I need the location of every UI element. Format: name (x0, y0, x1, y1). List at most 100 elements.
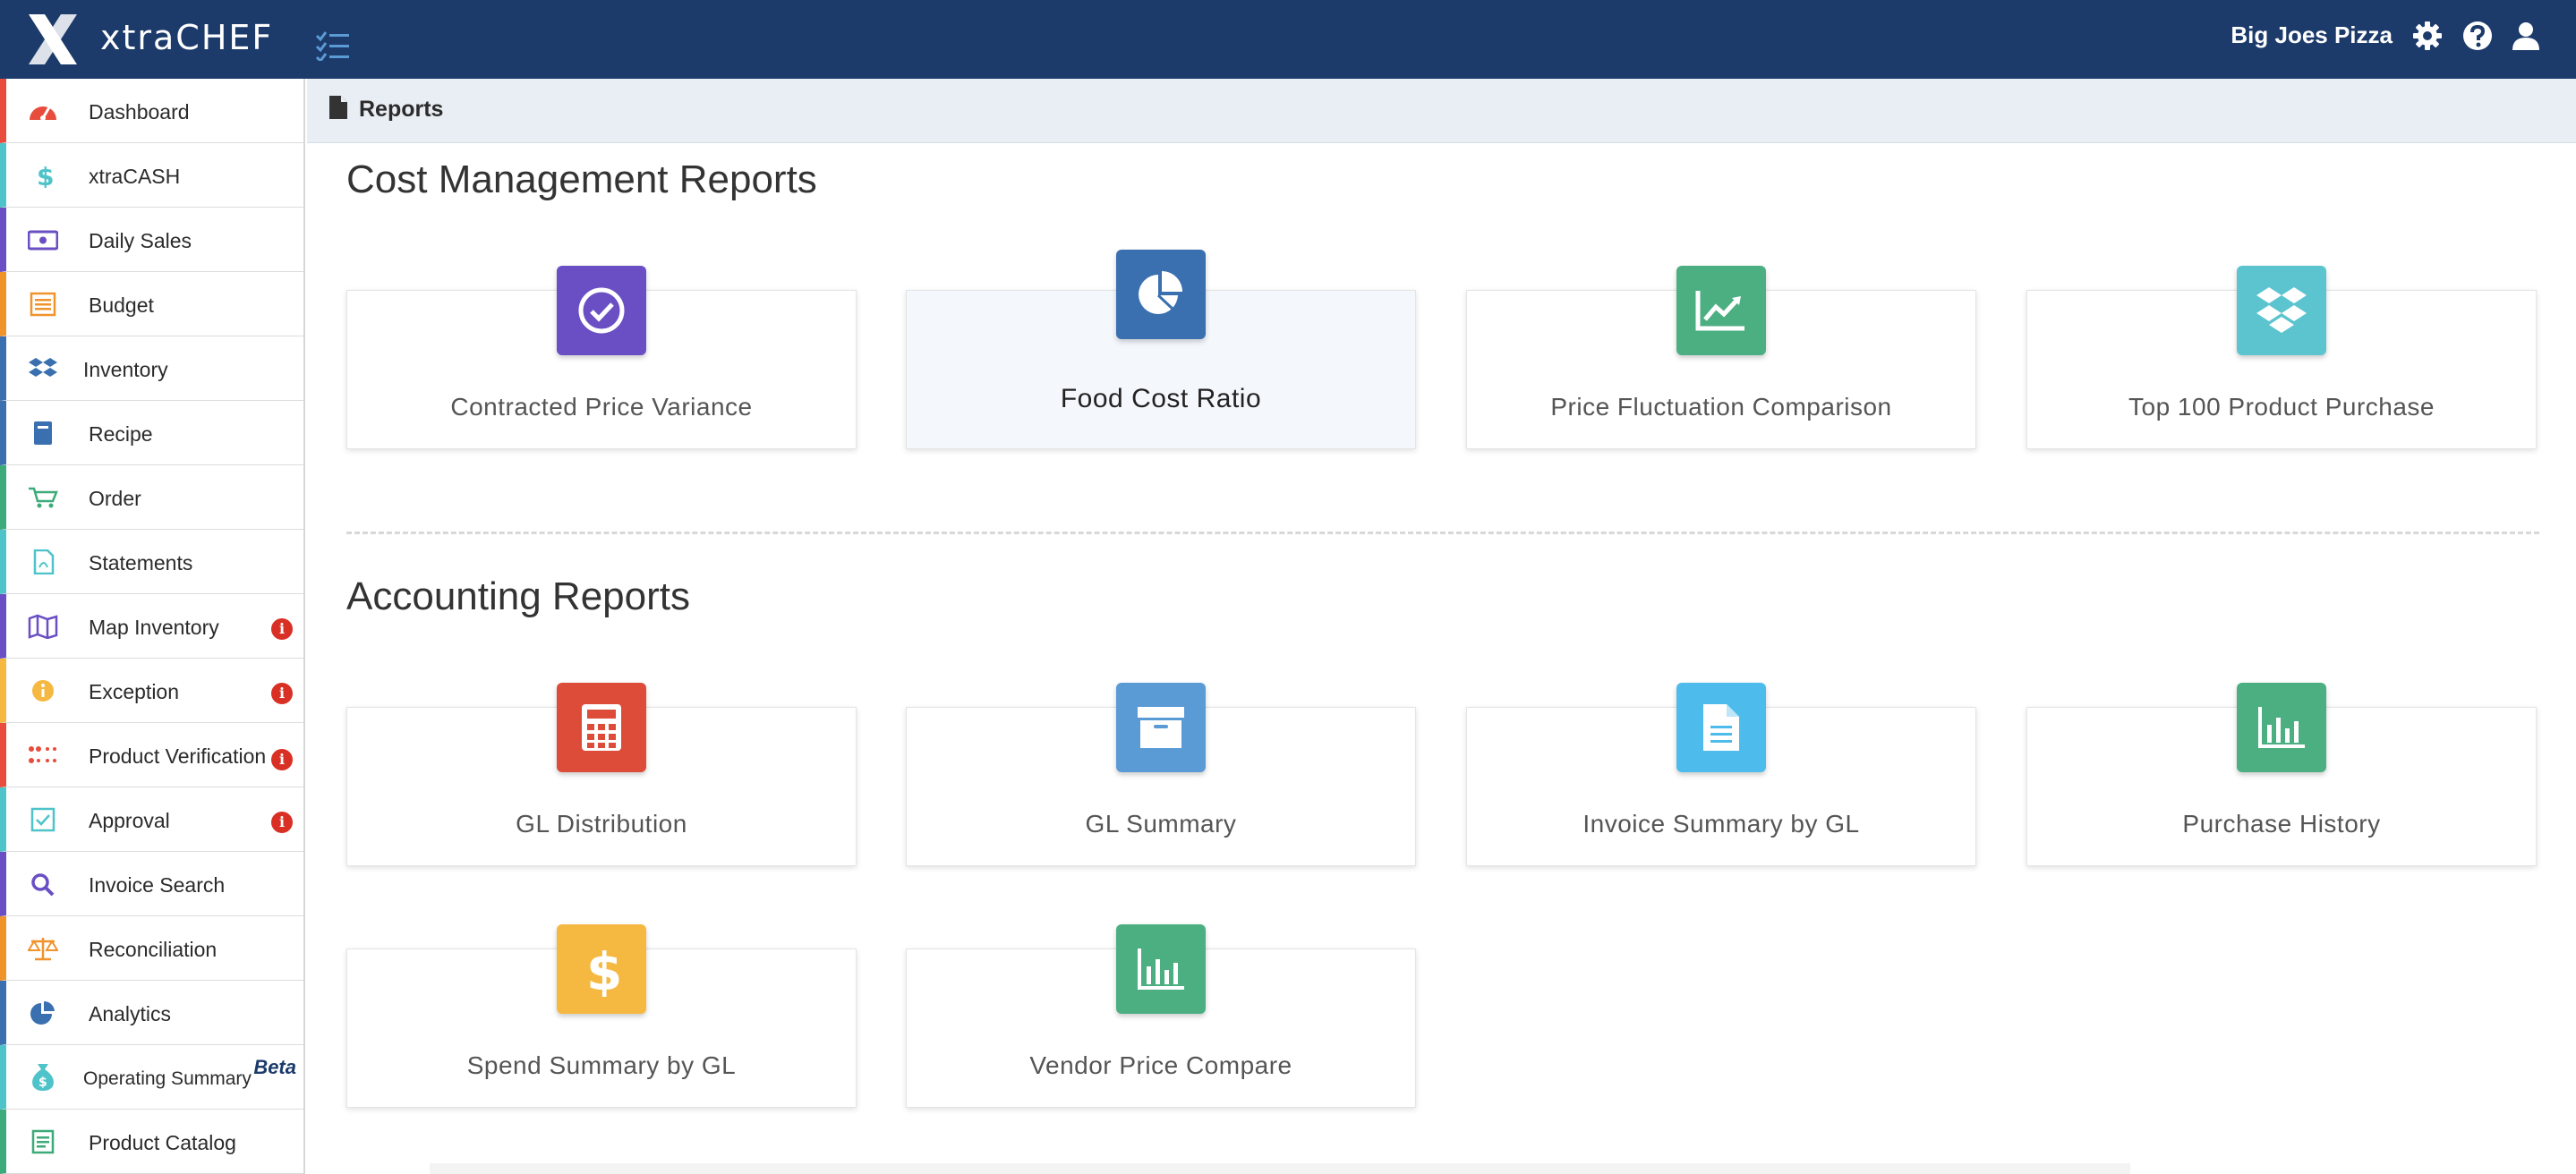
money-icon (28, 230, 58, 251)
report-card-label: GL Distribution (516, 810, 687, 838)
bar-chart-icon (1116, 924, 1206, 1014)
sidebar-item-map-inventory[interactable]: Map Inventory i (0, 594, 303, 659)
sidebar-item-label: Product Verification (89, 744, 267, 768)
report-card-label: Invoice Summary by GL (1582, 810, 1860, 838)
sidebar-item-label: Dashboard (89, 100, 190, 123)
sidebar-item-recipe[interactable]: Recipe (0, 401, 303, 465)
report-card-label: Price Fluctuation Comparison (1550, 393, 1892, 421)
sidebar-item-approval[interactable]: Approval i (0, 787, 303, 852)
sidebar-item-statements[interactable]: Statements (0, 530, 303, 594)
report-card-label: Food Cost Ratio (1060, 384, 1262, 413)
user-icon[interactable] (2510, 20, 2542, 52)
sidebar-item-label: Recipe (89, 422, 153, 446)
sidebar-item-label: Order (89, 487, 141, 510)
check-circle-icon (557, 266, 646, 355)
sidebar-item-exception[interactable]: Exception i (0, 659, 303, 723)
file-icon (329, 96, 347, 119)
report-card-purchase-history[interactable]: Purchase History (2026, 683, 2537, 866)
help-icon[interactable] (2461, 20, 2494, 52)
report-card-label: Contracted Price Variance (450, 393, 753, 421)
report-card-label: GL Summary (1085, 810, 1237, 838)
sidebar-item-operating-summary[interactable]: $ Operating Summary Beta (0, 1045, 303, 1110)
pdf-icon (33, 549, 55, 574)
svg-text:$: $ (38, 1076, 47, 1090)
sidebar-item-order[interactable]: Order (0, 465, 303, 530)
report-card-gl-distribution[interactable]: GL Distribution (346, 683, 857, 866)
catalog-icon (31, 1129, 55, 1154)
brand-name: xtraCHEF (100, 18, 274, 57)
sidebar-item-label: Product Catalog (89, 1131, 236, 1154)
calculator-icon (557, 683, 646, 772)
sidebar-item-product-catalog[interactable]: Product Catalog (0, 1110, 303, 1174)
svg-text:$: $ (586, 941, 619, 997)
alert-icon[interactable]: i (271, 812, 293, 833)
logo-x-icon[interactable] (25, 13, 81, 66)
sidebar-item-label: Operating Summary (83, 1068, 252, 1089)
sidebar-item-budget[interactable]: Budget (0, 272, 303, 336)
tasks-icon[interactable] (315, 30, 351, 61)
section-title-cost-management: Cost Management Reports (346, 157, 817, 201)
report-card-vendor-price-compare[interactable]: Vendor Price Compare (906, 924, 1416, 1108)
report-card-top-100-product-purchase[interactable]: Top 100 Product Purchase (2026, 266, 2537, 449)
money-bag-icon: $ (32, 1064, 54, 1091)
beta-badge: Beta (253, 1056, 296, 1078)
sidebar-item-dashboard[interactable]: Dashboard (0, 79, 303, 143)
document-icon (1676, 683, 1766, 772)
report-card-gl-summary[interactable]: GL Summary (906, 683, 1416, 866)
dots-icon (29, 746, 56, 763)
content-bottom-edge (430, 1163, 2130, 1174)
alert-icon[interactable]: i (271, 749, 293, 770)
sidebar-item-label: xtraCASH (89, 165, 181, 188)
sidebar-item-label: Statements (89, 551, 193, 574)
alert-icon[interactable]: i (271, 683, 293, 704)
sidebar-item-label: Reconciliation (89, 938, 218, 961)
report-card-label: Top 100 Product Purchase (2128, 393, 2435, 421)
cart-icon (29, 487, 58, 508)
sidebar-item-label: Approval (89, 809, 170, 832)
sidebar-item-daily-sales[interactable]: Daily Sales (0, 208, 303, 272)
section-divider (346, 532, 2539, 534)
list-icon (30, 292, 56, 317)
sidebar-item-label: Inventory (83, 358, 168, 381)
dollar-icon: $ (37, 163, 54, 188)
map-icon (28, 614, 58, 639)
report-card-label: Purchase History (2182, 810, 2381, 838)
scale-icon (28, 938, 58, 961)
alert-icon[interactable]: i (271, 618, 293, 640)
account-name[interactable]: Big Joes Pizza (2231, 21, 2393, 49)
check-square-icon (30, 807, 55, 832)
sidebar-item-label: Exception (89, 680, 180, 703)
sidebar-item-product-verification[interactable]: Product Verification i (0, 723, 303, 787)
sidebar-item-analytics[interactable]: Analytics (0, 981, 303, 1045)
report-card-spend-summary-by-gl[interactable]: $ Spend Summary by GL (346, 924, 857, 1108)
top-bar: xtraCHEF Big Joes Pizza (0, 0, 2576, 79)
report-card-invoice-summary-by-gl[interactable]: Invoice Summary by GL (1466, 683, 1976, 866)
report-card-contracted-price-variance[interactable]: Contracted Price Variance (346, 266, 857, 449)
report-card-price-fluctuation-comparison[interactable]: Price Fluctuation Comparison (1466, 266, 1976, 449)
report-card-food-cost-ratio[interactable]: Food Cost Ratio (906, 250, 1416, 449)
boxes-icon (29, 358, 57, 377)
sidebar-item-invoice-search[interactable]: Invoice Search (0, 852, 303, 916)
sidebar-item-reconciliation[interactable]: Reconciliation (0, 916, 303, 981)
sidebar-item-label: Invoice Search (89, 873, 226, 897)
sidebar-item-xtracash[interactable]: $ xtraCASH (0, 143, 303, 208)
gear-icon[interactable] (2411, 20, 2444, 52)
sidebar-item-label: Daily Sales (89, 229, 192, 252)
section-title-accounting: Accounting Reports (346, 574, 690, 618)
breadcrumb-reports[interactable]: Reports (359, 97, 443, 123)
sidebar-item-label: Analytics (89, 1002, 172, 1025)
sidebar: Dashboard $ xtraCASH Daily Sales Budget … (0, 79, 305, 1174)
pie-chart-icon (1116, 250, 1206, 339)
search-icon (31, 873, 55, 897)
sidebar-item-label: Map Inventory (89, 616, 219, 639)
pie-icon (30, 1000, 55, 1025)
svg-text:$: $ (37, 163, 54, 188)
line-chart-icon (1676, 266, 1766, 355)
sidebar-item-label: Budget (89, 294, 154, 317)
sidebar-item-inventory[interactable]: Inventory (0, 336, 303, 401)
info-icon (32, 680, 54, 702)
book-icon (34, 421, 52, 445)
breadcrumb: Reports (307, 79, 2576, 143)
report-card-label: Vendor Price Compare (1029, 1051, 1292, 1079)
bar-chart-icon (2237, 683, 2326, 772)
